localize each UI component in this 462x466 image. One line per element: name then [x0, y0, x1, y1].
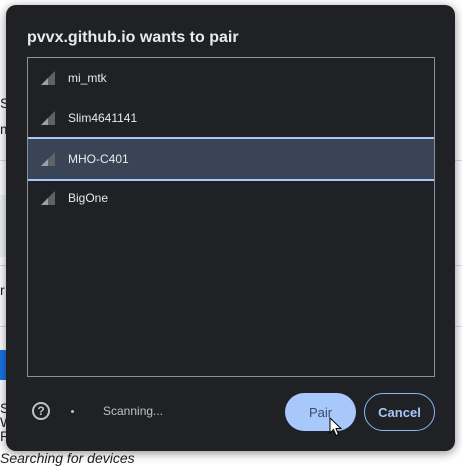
device-name: MHO-C401 — [68, 152, 129, 166]
device-item-bigone[interactable]: BigOne — [28, 178, 434, 218]
background-status-text: Searching for devices — [0, 450, 135, 466]
device-item-slim4641141[interactable]: Slim4641141 — [28, 98, 434, 138]
help-icon[interactable]: ? — [32, 402, 50, 420]
device-list[interactable]: mi_mtk Slim4641141 MHO-C401 BigOne — [27, 57, 435, 377]
scanning-status: Scanning... — [103, 404, 164, 418]
device-name: BigOne — [68, 191, 109, 205]
signal-strength-icon — [41, 152, 55, 166]
signal-strength-icon — [41, 111, 55, 125]
cancel-button[interactable]: Cancel — [364, 393, 435, 431]
pair-button[interactable]: Pair — [285, 393, 356, 431]
bluetooth-pairing-dialog: pvvx.github.io wants to pair mi_mtk Slim… — [6, 5, 455, 451]
scanning-spinner-icon — [71, 410, 74, 413]
background-text-fragment: r — [0, 282, 5, 298]
dialog-title: pvvx.github.io wants to pair — [27, 29, 239, 46]
device-name: Slim4641141 — [68, 111, 138, 125]
device-name: mi_mtk — [68, 71, 107, 85]
signal-strength-icon — [41, 71, 55, 85]
mouse-cursor-icon — [329, 417, 343, 437]
device-item-mi-mtk[interactable]: mi_mtk — [28, 58, 434, 98]
device-item-mho-c401[interactable]: MHO-C401 — [28, 137, 434, 181]
signal-strength-icon — [41, 191, 55, 205]
